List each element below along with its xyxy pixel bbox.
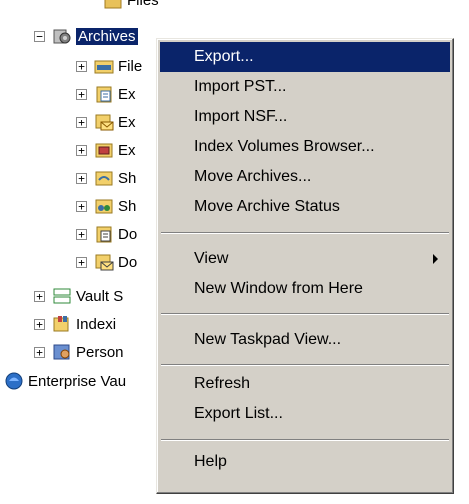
tree-item-archives[interactable]: − Archives [34,22,138,50]
tree-item[interactable]: + Ex [76,136,136,164]
tree-item[interactable]: + Sh [76,192,136,220]
menu-item-label: New Taskpad View... [194,331,342,348]
menu-item-label: Move Archives... [194,168,312,185]
menu-separator [161,313,449,315]
menu-item-label: Export... [194,48,254,65]
menu-item-import-nsf[interactable]: Import NSF... [160,102,450,132]
personal-store-icon [52,342,72,362]
tree-item-label: Ex [118,141,136,159]
menu-item-export[interactable]: Export... [160,42,450,72]
domino-journal-icon [94,224,114,244]
tree-item-label: Files [127,0,159,9]
sharepoint-icon [94,168,114,188]
tree-item-label: Do [118,253,138,271]
menu-item-view[interactable]: View [160,244,450,274]
menu-item-label: View [194,250,229,267]
expand-toggle[interactable]: + [76,256,87,268]
tree-item-label: Ex [118,113,136,131]
tree-item[interactable]: + Ex [76,80,136,108]
tree-item[interactable]: + Do [76,248,137,276]
archives-icon [52,26,72,46]
tree-item-label: Enterprise Vau [28,372,127,390]
tree-item[interactable]: + File [76,52,142,80]
expand-toggle[interactable]: + [34,290,45,302]
expand-toggle[interactable]: + [76,200,87,212]
expand-toggle[interactable]: + [76,60,87,72]
tree-item-label: Do [118,225,138,243]
submenu-arrow-icon [433,254,438,264]
tree-item[interactable]: + Do [76,220,137,248]
tree-item-label: Sh [118,197,137,215]
tree-item-label: Sh [118,169,137,187]
menu-item-label: New Window from Here [194,280,363,297]
menu-item-move-archive-status[interactable]: Move Archive Status [160,192,450,222]
folder-icon [103,0,123,10]
menu-item-label: Index Volumes Browser... [194,138,375,155]
expand-toggle[interactable]: + [34,318,45,330]
expand-toggle[interactable]: + [76,144,87,156]
vault-store-icon [52,286,72,306]
menu-item-label: Import NSF... [194,108,288,125]
tree-item-enterprise-vault[interactable]: Enterprise Vau [0,367,126,395]
tree-item-personal-store[interactable]: + Person [34,338,124,366]
expand-toggle[interactable]: + [76,228,87,240]
menu-item-label: Move Archive Status [194,198,340,215]
menu-item-index-volumes-browser[interactable]: Index Volumes Browser... [160,132,450,162]
enterprise-vault-icon [4,371,24,391]
tree-item[interactable]: + Ex [76,108,136,136]
tree-item-label: Archives [76,27,138,45]
tree-item-label: Indexi [76,315,117,333]
menu-item-move-archives[interactable]: Move Archives... [160,162,450,192]
menu-item-new-taskpad-view[interactable]: New Taskpad View... [160,325,450,355]
expand-toggle[interactable]: + [34,346,45,358]
menu-item-new-window-from-here[interactable]: New Window from Here [160,274,450,304]
menu-item-help[interactable]: Help [160,447,450,477]
tree-item-indexing[interactable]: + Indexi [34,310,116,338]
tree-item-vault-store[interactable]: + Vault S [34,282,123,310]
menu-item-import-pst[interactable]: Import PST... [160,72,450,102]
exchange-journal-icon [94,84,114,104]
context-menu: Export... Import PST... Import NSF... In… [156,38,454,494]
menu-item-label: Export List... [194,405,283,422]
collapse-toggle[interactable]: − [34,30,45,42]
menu-separator [161,364,449,366]
tree-item[interactable]: + Sh [76,164,136,192]
file-archive-icon [94,56,114,76]
indexing-icon [52,314,72,334]
menu-separator [161,439,449,441]
tree-item-label: Person [76,343,124,361]
tree-item-partial[interactable]: Files [96,0,159,14]
menu-item-label: Refresh [194,375,251,392]
shared-icon [94,196,114,216]
tree-item-label: Vault S [76,287,124,305]
exchange-mailbox-icon [94,112,114,132]
domino-mailbox-icon [94,252,114,272]
menu-item-label: Help [194,453,227,470]
expand-toggle[interactable]: + [76,88,87,100]
menu-separator [161,232,449,234]
menu-item-label: Import PST... [194,78,287,95]
expand-toggle[interactable]: + [76,172,87,184]
tree-item-label: Ex [118,85,136,103]
menu-item-export-list[interactable]: Export List... [160,399,450,429]
menu-item-refresh[interactable]: Refresh [160,369,450,399]
tree-item-label: File [118,57,143,75]
exchange-public-folder-icon [94,140,114,160]
expand-toggle[interactable]: + [76,116,87,128]
